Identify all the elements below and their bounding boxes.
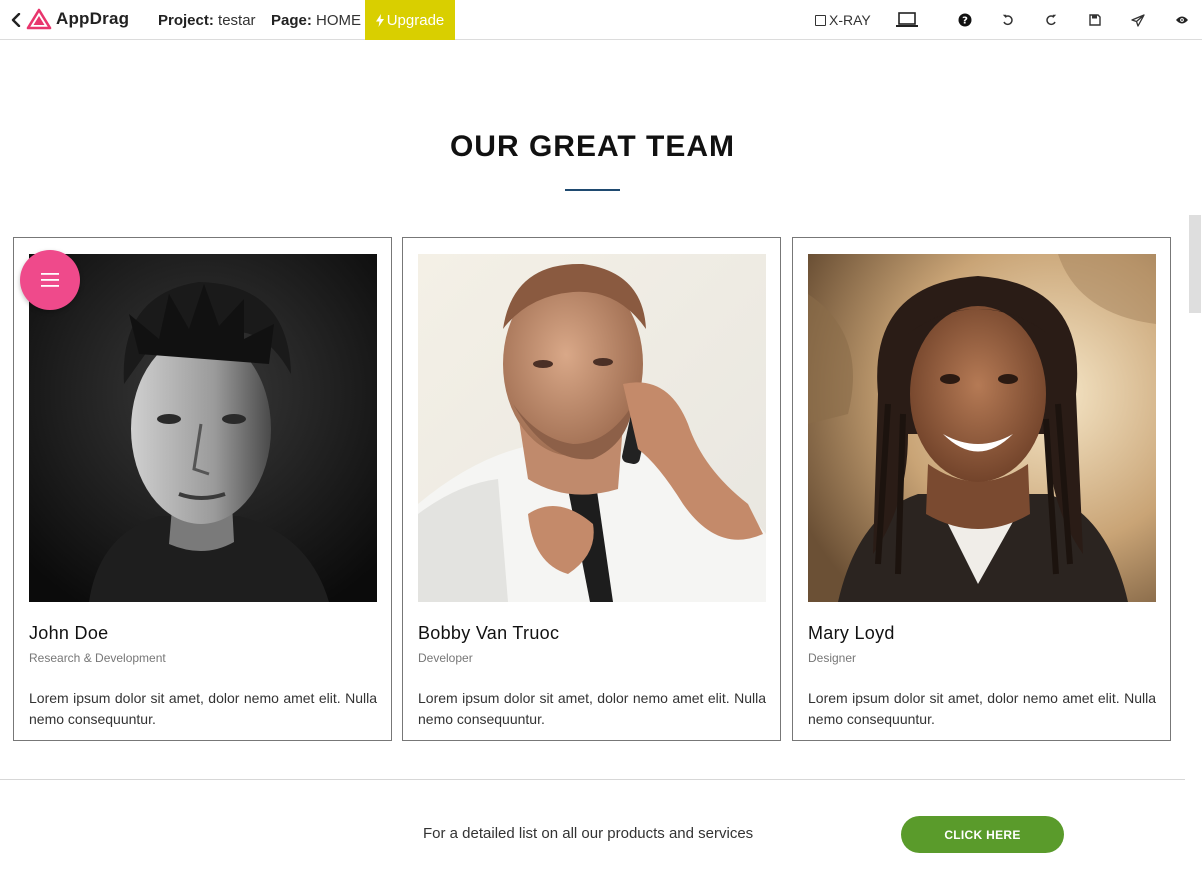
- appdrag-logo[interactable]: AppDrag: [26, 8, 129, 30]
- team-member-role: Designer: [808, 651, 857, 665]
- page-selector[interactable]: Page: HOME: [271, 12, 361, 29]
- team-member-name: John Doe: [29, 623, 109, 643]
- upgrade-label: Upgrade: [386, 11, 445, 29]
- lightning-icon: [375, 13, 384, 27]
- team-card-mary-loyd: Mary Loyd Designer Lorem ipsum dolor sit…: [792, 237, 1171, 741]
- team-member-role: Research & Development: [29, 651, 166, 665]
- project-name: testar: [218, 12, 256, 29]
- svg-text:?: ?: [962, 16, 968, 27]
- title-underline: [565, 189, 620, 191]
- team-card-bobby-van-truoc: Bobby Van Truoc Developer Lorem ipsum do…: [402, 237, 781, 741]
- section-divider: [0, 779, 1185, 780]
- team-member-role: Developer: [418, 651, 473, 665]
- editor-toolbar: AppDrag Project: testar Page: HOME Upgra…: [0, 0, 1202, 40]
- project-label: Project:: [158, 12, 214, 29]
- project-selector[interactable]: Project: testar: [158, 12, 256, 29]
- publish-send-icon[interactable]: [1127, 10, 1149, 30]
- cta-text: For a detailed list on all our products …: [423, 825, 754, 842]
- desktop-preview-icon[interactable]: [894, 10, 920, 30]
- team-member-photo: [29, 254, 377, 602]
- team-member-description: Lorem ipsum dolor sit amet, dolor nemo a…: [418, 690, 766, 727]
- xray-checkbox[interactable]: [815, 14, 826, 26]
- undo-icon[interactable]: [997, 10, 1019, 30]
- xray-toggle[interactable]: X-RAY: [815, 12, 871, 28]
- preview-eye-icon[interactable]: [1171, 10, 1193, 30]
- help-icon[interactable]: ?: [954, 10, 976, 30]
- xray-label: X-RAY: [829, 12, 871, 28]
- back-chevron-icon[interactable]: [6, 9, 26, 31]
- editor-menu-button[interactable]: [20, 250, 80, 310]
- team-member-photo: [808, 254, 1156, 602]
- team-member-name: Mary Loyd: [808, 623, 895, 643]
- appdrag-logo-icon: [26, 8, 52, 30]
- team-member-name: Bobby Van Truoc: [418, 623, 560, 643]
- scrollbar-thumb[interactable]: [1189, 215, 1201, 313]
- redo-icon[interactable]: [1040, 10, 1062, 30]
- page-name: HOME: [316, 12, 362, 29]
- click-here-button[interactable]: CLICK HERE: [901, 816, 1064, 853]
- hamburger-menu-icon: [41, 273, 59, 287]
- save-icon[interactable]: [1084, 10, 1106, 30]
- team-section-title: OUR GREAT TEAM: [449, 130, 736, 163]
- team-card-john-doe: John Doe Research & Development Lorem ip…: [13, 237, 392, 741]
- page-scrollbar[interactable]: [1186, 40, 1202, 889]
- team-member-description: Lorem ipsum dolor sit amet, dolor nemo a…: [808, 690, 1156, 727]
- upgrade-button[interactable]: Upgrade: [365, 0, 455, 40]
- page-label: Page:: [271, 12, 312, 29]
- logo-text: AppDrag: [56, 9, 130, 28]
- team-member-photo: [418, 254, 766, 602]
- team-member-description: Lorem ipsum dolor sit amet, dolor nemo a…: [29, 690, 377, 727]
